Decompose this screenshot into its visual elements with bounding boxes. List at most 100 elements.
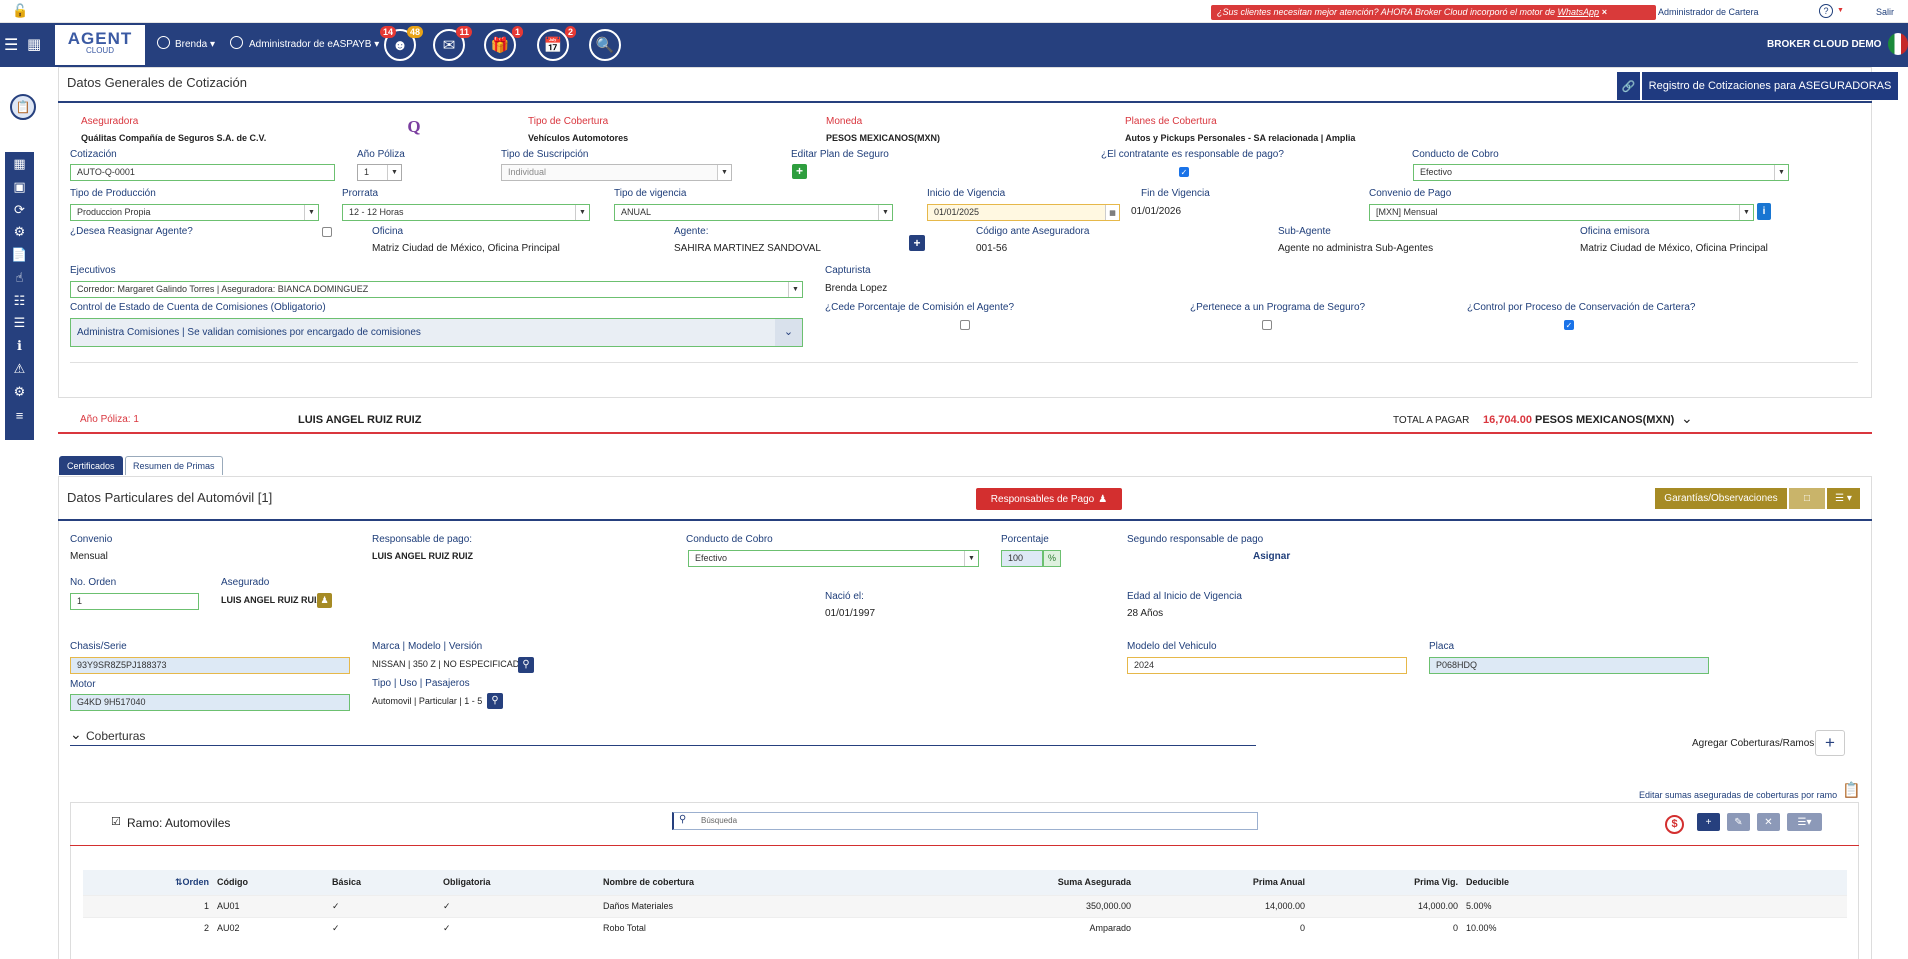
logo[interactable]: AGENT CLOUD: [55, 25, 145, 65]
calendar-button[interactable]: 📅 2: [537, 26, 576, 61]
contratante-checkbox[interactable]: ✓: [1179, 167, 1189, 177]
whatsapp-link[interactable]: WhatsApp: [1558, 7, 1600, 17]
asegurado-label: Asegurado: [221, 577, 270, 588]
help-caret-icon[interactable]: ▼: [1837, 7, 1844, 14]
tab-certificados[interactable]: Certificados: [59, 456, 123, 475]
gears-icon[interactable]: ⚙: [5, 224, 34, 240]
excel-icon[interactable]: ▦: [5, 156, 34, 172]
registro-cotizaciones-button[interactable]: Registro de Cotizaciones para ASEGURADOR…: [1642, 72, 1898, 100]
clipboard-icon[interactable]: 📋: [1842, 781, 1861, 799]
col-suma: Suma Asegurada: [937, 870, 1135, 895]
exit-link[interactable]: Salir: [1876, 7, 1894, 17]
help-icon[interactable]: ?: [1819, 4, 1833, 18]
window-icon[interactable]: ▣: [5, 179, 34, 195]
tipo-vigencia-select[interactable]: ANUAL ▼: [614, 204, 893, 221]
tipo-produccion-select[interactable]: Produccion Propia ▼: [70, 204, 319, 221]
warning-icon[interactable]: ⚠: [5, 361, 34, 377]
add-cobertura-button[interactable]: +: [1815, 730, 1845, 756]
garantias-button[interactable]: Garantías/Observaciones: [1655, 488, 1787, 509]
person-icon[interactable]: ♟: [317, 593, 332, 608]
admin-cartera-label[interactable]: Administrador de Cartera: [1658, 7, 1759, 17]
sync-icon[interactable]: ⟳: [5, 202, 34, 218]
orden-input[interactable]: 1: [70, 593, 199, 610]
ejecutivos-select[interactable]: Corredor: Margaret Galindo Torres | Aseg…: [70, 281, 803, 298]
table-row[interactable]: 1 AU01 ✓ ✓ Daños Materiales 350,000.00 1…: [83, 894, 1847, 917]
motor-input[interactable]: G4KD 9H517040: [70, 694, 350, 711]
modelo-input[interactable]: 2024: [1127, 657, 1407, 674]
asignar-link[interactable]: Asignar: [1253, 551, 1290, 562]
prorrata-select[interactable]: 12 - 12 Horas ▼: [342, 204, 590, 221]
table-row[interactable]: 2 AU02 ✓ ✓ Robo Total Amparado 0 0 10.00…: [83, 916, 1847, 939]
tipo-suscripcion-select[interactable]: Individual ▼: [501, 164, 732, 181]
chasis-input[interactable]: 93Y9SR8Z5PJ188373: [70, 657, 350, 674]
conducto-select[interactable]: Efectivo ▼: [688, 550, 979, 567]
convenio-select[interactable]: [MXN] Mensual ▼: [1369, 204, 1754, 221]
chevron-down-icon[interactable]: ⌄: [1681, 410, 1693, 427]
handshake-icon[interactable]: ☝: [5, 270, 34, 286]
options-button[interactable]: ☰ ▾: [1827, 488, 1860, 509]
cell-prima-vig: 0: [1309, 916, 1462, 939]
col-orden[interactable]: ⇅Orden: [83, 870, 213, 895]
mail-button[interactable]: ✉ 11: [433, 26, 472, 61]
cede-checkbox[interactable]: [960, 320, 970, 330]
edit-row-button[interactable]: ✎: [1727, 813, 1750, 831]
search-box[interactable]: ⚲ Búsqueda: [672, 812, 1258, 830]
dollar-icon[interactable]: $: [1665, 815, 1684, 834]
file-icon[interactable]: 📄: [5, 247, 34, 263]
settings-icon[interactable]: ⚙: [5, 384, 34, 400]
placa-input[interactable]: P068HDQ: [1429, 657, 1709, 674]
porcentaje-input[interactable]: 100: [1001, 550, 1043, 567]
delete-row-button[interactable]: ✕: [1757, 813, 1780, 831]
col-prima-vig: Prima Vig.: [1309, 870, 1462, 895]
info-icon[interactable]: ℹ: [5, 338, 34, 354]
responsables-button[interactable]: Responsables de Pago ♟: [976, 488, 1122, 510]
calendar-icon[interactable]: ▦: [1105, 205, 1119, 220]
add-row-button[interactable]: +: [1697, 813, 1720, 831]
editar-sumas-link[interactable]: Editar sumas aseguradas de coberturas po…: [1639, 790, 1837, 800]
search-icon[interactable]: ⚲: [518, 657, 534, 673]
edad-label: Edad al Inicio de Vigencia: [1127, 591, 1242, 602]
edad-value: 28 Años: [1127, 608, 1164, 619]
unlock-icon[interactable]: 🔓: [12, 3, 28, 19]
search-icon: ⚲: [679, 814, 687, 825]
tab-resumen-primas[interactable]: Resumen de Primas: [125, 456, 223, 475]
list-add-icon[interactable]: ≡: [5, 408, 34, 423]
grid-icon[interactable]: ▦: [27, 35, 41, 53]
chevron-down-icon: ▼: [304, 205, 318, 220]
gift-button[interactable]: 🎁 1: [484, 26, 523, 61]
quote-badge-icon[interactable]: 📋: [10, 94, 36, 120]
summary-underline: [58, 432, 1872, 434]
conservacion-checkbox[interactable]: ✓: [1564, 320, 1574, 330]
control-select[interactable]: Administra Comisiones | Se validan comis…: [70, 318, 803, 347]
auto-title: Datos Particulares del Automóvil [1]: [67, 490, 273, 505]
row-options-button[interactable]: ☰▾: [1787, 813, 1822, 831]
chevron-down-icon[interactable]: ⌄: [70, 726, 82, 743]
conducto-value: Efectivo: [1420, 167, 1453, 177]
conducto-select[interactable]: Efectivo ▼: [1413, 164, 1789, 181]
admin-menu[interactable]: Administrador de eASPAYB ▾: [249, 39, 379, 50]
user-menu[interactable]: Brenda ▾: [175, 39, 215, 50]
agents-button[interactable]: ☻ 14 48: [380, 26, 423, 61]
responsable-value: LUIS ANGEL RUIZ RUIZ: [372, 551, 473, 561]
info-icon[interactable]: i: [1757, 203, 1771, 220]
registro-button[interactable]: 🔗: [1617, 72, 1640, 100]
cotizacion-input[interactable]: AUTO-Q-0001: [70, 164, 335, 181]
programa-checkbox[interactable]: [1262, 320, 1272, 330]
reasignar-checkbox[interactable]: [322, 227, 332, 237]
promo-banner[interactable]: ¿Sus clientes necesitan mejor atención? …: [1211, 5, 1656, 20]
list-icon[interactable]: ☰: [5, 315, 34, 331]
flag-icon[interactable]: [1888, 33, 1908, 55]
add-agent-icon[interactable]: +: [909, 235, 925, 251]
inicio-vigencia-input[interactable]: 01/01/2025 ▦: [927, 204, 1120, 221]
add-plan-icon[interactable]: +: [792, 164, 807, 179]
document-icon[interactable]: ☷: [5, 293, 34, 309]
menu-icon[interactable]: ☰: [4, 35, 18, 55]
promo-close[interactable]: ×: [1602, 7, 1607, 17]
search-user-button[interactable]: 🔍: [589, 29, 621, 61]
search-icon[interactable]: ⚲: [487, 693, 503, 709]
anio-poliza-select[interactable]: 1 ▼: [357, 164, 402, 181]
comment-button[interactable]: □: [1789, 488, 1825, 509]
ejecutivos-label: Ejecutivos: [70, 265, 116, 276]
contratante-label: ¿El contratante es responsable de pago?: [1101, 149, 1284, 160]
tipo-produccion-value: Produccion Propia: [77, 207, 151, 217]
